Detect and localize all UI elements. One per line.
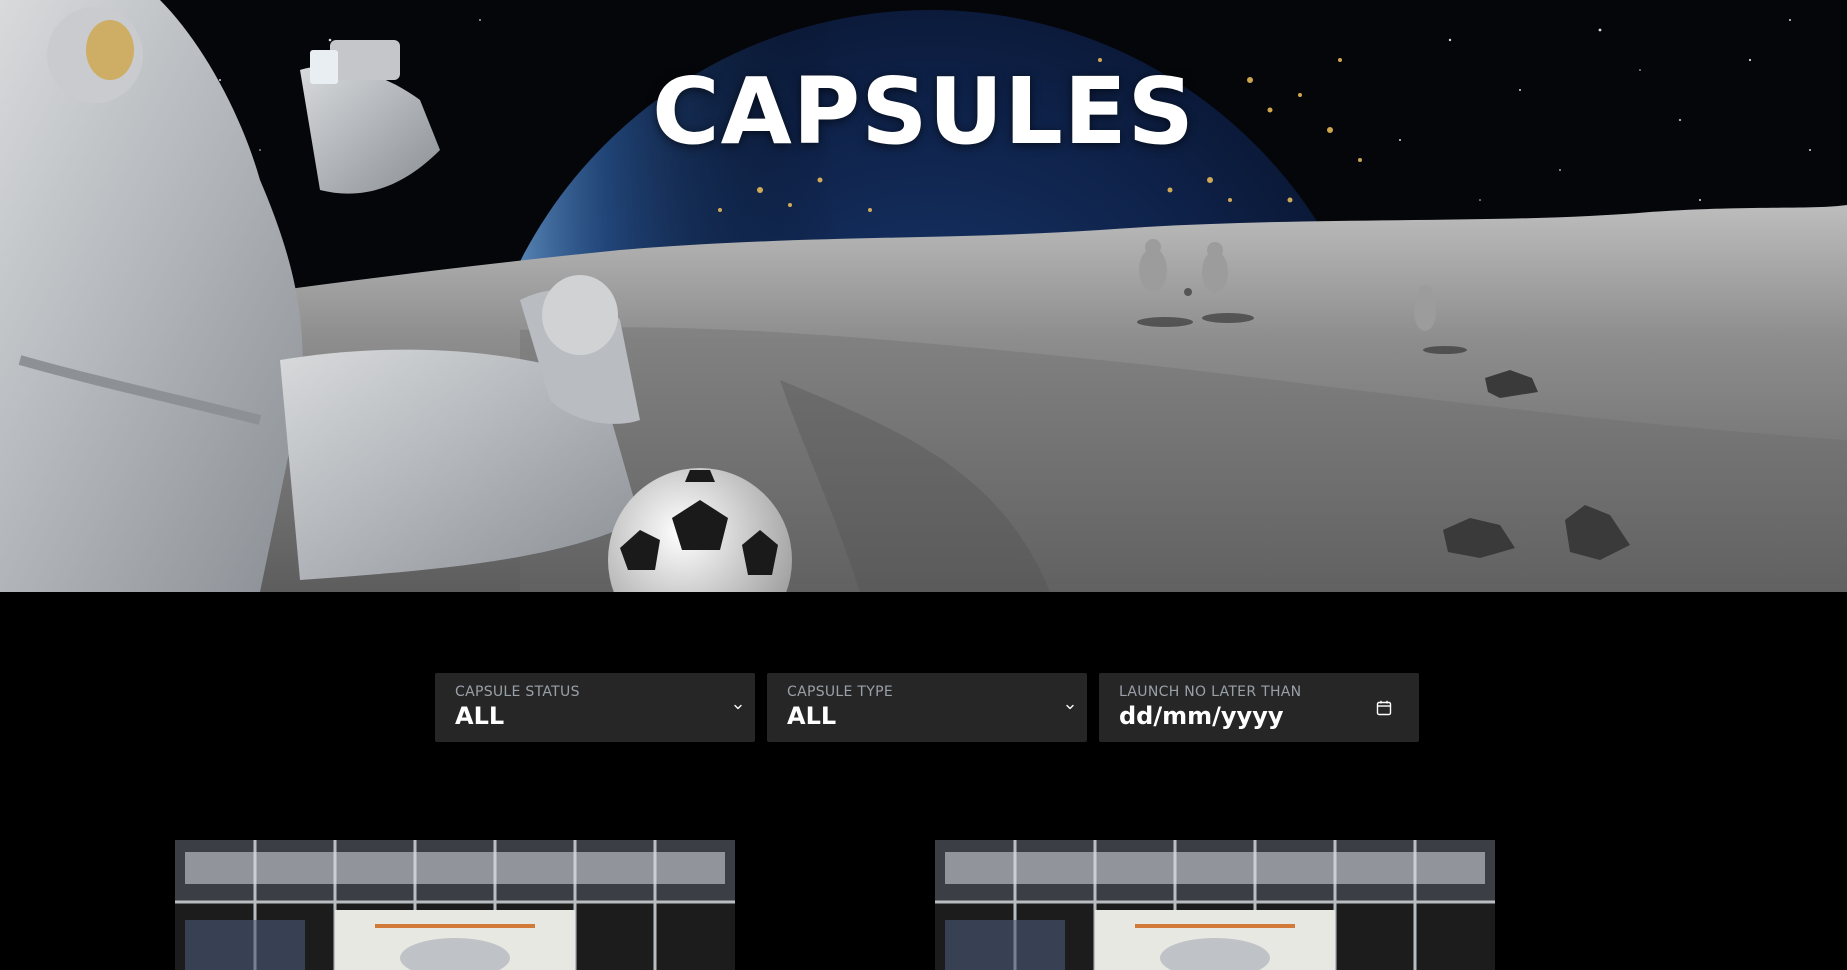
hero-banner: CAPSULES xyxy=(0,0,1847,592)
capsule-card[interactable] xyxy=(935,840,1495,970)
capsule-type-label: CAPSULE TYPE xyxy=(787,684,894,700)
capsule-card[interactable] xyxy=(175,840,735,970)
launch-date-field[interactable]: LAUNCH NO LATER THAN dd/mm/yyyy xyxy=(1099,673,1419,742)
launch-date-label: LAUNCH NO LATER THAN xyxy=(1119,684,1302,700)
calendar-icon[interactable] xyxy=(1375,699,1393,717)
chevron-down-icon xyxy=(1066,704,1074,710)
capsule-status-select[interactable]: CAPSULE STATUS ALL xyxy=(435,673,755,742)
launch-date-input[interactable]: dd/mm/yyyy xyxy=(1119,702,1397,730)
capsule-status-label: CAPSULE STATUS xyxy=(455,684,580,700)
chevron-down-icon xyxy=(734,704,742,710)
capsule-card-image xyxy=(175,840,735,970)
capsule-type-select[interactable]: CAPSULE TYPE ALL xyxy=(767,673,1087,742)
capsule-grid xyxy=(175,840,1675,970)
capsule-status-value: ALL xyxy=(455,702,505,730)
filter-bar: CAPSULE STATUS ALL CAPSULE TYPE ALL LAUN… xyxy=(435,673,1419,742)
capsule-card-image xyxy=(935,840,1495,970)
capsule-type-value: ALL xyxy=(787,702,837,730)
page-title: CAPSULES xyxy=(652,58,1195,165)
